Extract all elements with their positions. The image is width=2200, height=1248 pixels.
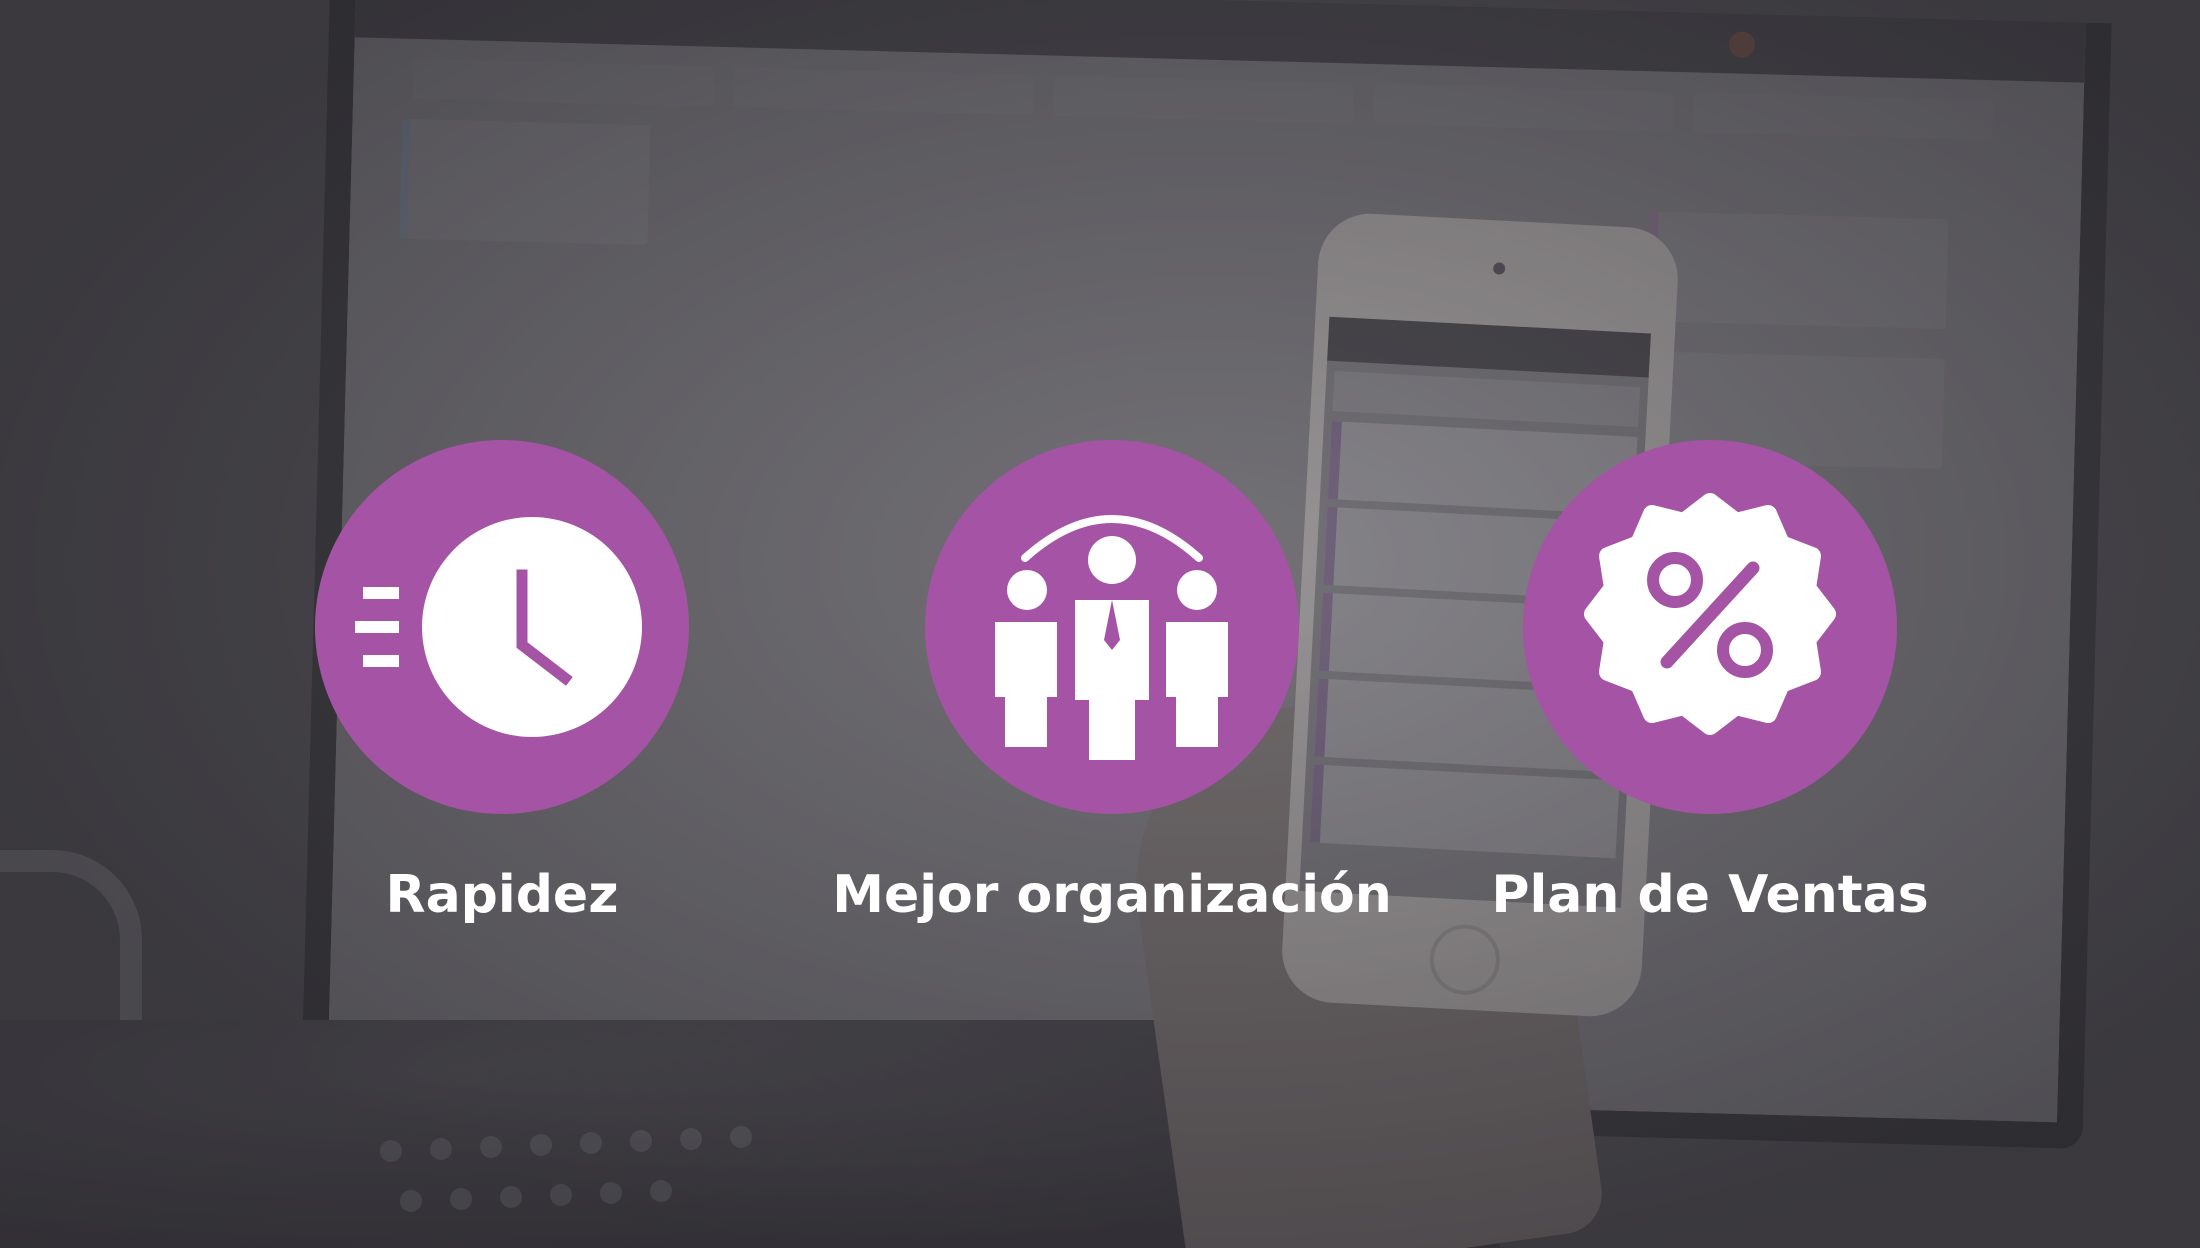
team-icon: [995, 515, 1228, 760]
feature-organizacion: Mejor organización: [832, 440, 1392, 925]
feature-label: Mejor organización: [832, 865, 1392, 925]
feature-label: Plan de Ventas: [1491, 865, 1929, 925]
feature-circle: [1523, 440, 1897, 814]
feature-plan-ventas: Plan de Ventas: [1491, 440, 1929, 925]
feature-label: Rapidez: [385, 865, 619, 925]
feature-circle: [315, 440, 689, 814]
feature-circle: [925, 440, 1299, 814]
percent-badge-icon: [1584, 493, 1836, 735]
fast-clock-icon: [355, 517, 642, 737]
feature-rapidez: Rapidez: [312, 440, 692, 925]
